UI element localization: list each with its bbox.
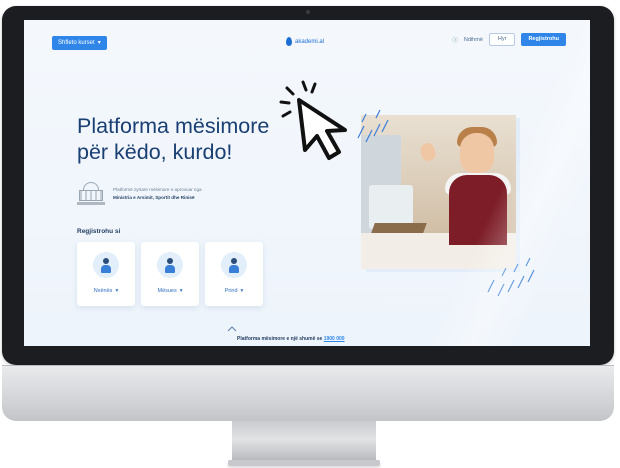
nav-actions: ⓘ Ndihmë Hyr Regjistrohu [452,33,566,46]
help-link[interactable]: Ndihmë [464,37,483,43]
chevron-down-icon: ▾ [97,40,101,46]
imac-stand [232,421,376,461]
site-logo[interactable]: akademi.al [286,37,324,46]
website-screen: Shfleto kurset ▾ akademi.al ⓘ Ndihmë Hyr… [24,20,590,346]
camera-dot [306,10,310,14]
browse-courses-button[interactable]: Shfleto kurset ▾ [52,36,107,50]
chevron-down-icon: ▾ [240,288,244,294]
register-as-label: Regjistrohu si [77,228,121,235]
role-card-label: Mësues [157,288,177,294]
chevron-down-icon: ▾ [179,288,183,294]
scroll-arrow-icon [227,326,237,332]
login-button[interactable]: Hyr [488,33,516,46]
footer-stats-text: Platforma mësimore e një shumë se [237,336,323,342]
role-card-label: Nxënës [93,288,113,294]
endorsement-line-1: Platformë zyrtare mësimore e aprovuar ng… [113,187,202,192]
role-card-teacher[interactable]: Mësues ▾ [141,242,199,306]
drop-logo-icon [286,37,292,46]
click-cursor-icon [279,80,347,160]
register-button[interactable]: Regjistrohu [521,33,566,46]
ministry-building-icon [77,180,105,208]
role-card-student[interactable]: Nxënës ▾ [77,242,135,306]
endorsement-text: Platformë zyrtare mësimore e aprovuar ng… [113,186,202,202]
decorative-hatch-bottom [487,257,535,297]
chevron-down-icon: ▾ [115,288,119,294]
register-role-cards: Nxënës ▾ Mësues ▾ Prind ▾ [77,242,263,306]
role-card-label: Prind [224,288,238,294]
ministry-endorsement: Platformë zyrtare mësimore e aprovuar ng… [77,180,202,208]
footer-stats-link[interactable]: 1900 000 [324,336,345,342]
footer-stats-note: Platforma mësimore e një shumë se 1900 0… [237,336,345,342]
teacher-icon [157,252,183,278]
help-icon: ⓘ [452,37,458,44]
role-card-parent[interactable]: Prind ▾ [205,242,263,306]
endorsement-line-2: Ministria e Arsimit, Sportit dhe Rinisë [113,195,195,200]
imac-stand-base [228,460,380,466]
imac-chin [2,365,614,421]
browse-courses-label: Shfleto kurset [58,40,95,46]
logo-text: akademi.al [295,38,325,45]
parent-icon [221,252,247,278]
student-icon [93,252,119,278]
